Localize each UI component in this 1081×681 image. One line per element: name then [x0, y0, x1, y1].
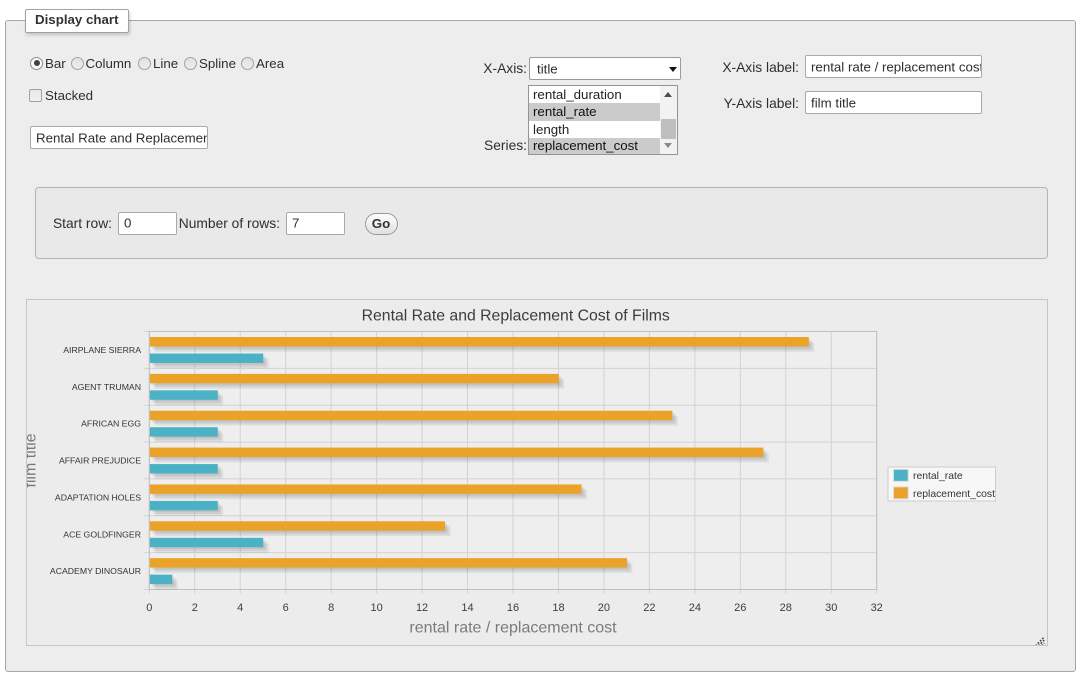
svg-text:ADAPTATION HOLES: ADAPTATION HOLES	[55, 492, 141, 502]
svg-text:6: 6	[283, 602, 289, 614]
svg-text:22: 22	[643, 602, 655, 614]
svg-text:14: 14	[461, 602, 473, 614]
svg-text:18: 18	[552, 602, 564, 614]
svg-text:16: 16	[507, 602, 519, 614]
svg-text:12: 12	[416, 602, 428, 614]
svg-text:0: 0	[146, 602, 152, 614]
svg-text:Rental Rate and Replacement Co: Rental Rate and Replacement Cost of Film…	[362, 307, 670, 324]
svg-text:AGENT TRUMAN: AGENT TRUMAN	[72, 382, 141, 392]
svg-text:film title: film title	[27, 433, 40, 487]
svg-text:30: 30	[825, 602, 837, 614]
svg-text:replacement_cost: replacement_cost	[913, 489, 995, 500]
svg-text:AFFAIR PREJUDICE: AFFAIR PREJUDICE	[59, 456, 141, 466]
svg-text:ACE GOLDFINGER: ACE GOLDFINGER	[63, 529, 141, 539]
svg-text:rental rate / replacement cost: rental rate / replacement cost	[409, 620, 617, 637]
svg-text:AFRICAN EGG: AFRICAN EGG	[81, 419, 141, 429]
svg-text:24: 24	[689, 602, 701, 614]
svg-text:AIRPLANE SIERRA: AIRPLANE SIERRA	[63, 345, 141, 355]
svg-text:20: 20	[598, 602, 610, 614]
svg-text:rental_rate: rental_rate	[913, 471, 963, 482]
svg-text:32: 32	[871, 602, 883, 614]
svg-text:28: 28	[780, 602, 792, 614]
svg-text:8: 8	[328, 602, 334, 614]
svg-text:4: 4	[237, 602, 243, 614]
svg-text:ACADEMY DINOSAUR: ACADEMY DINOSAUR	[50, 566, 141, 576]
svg-text:26: 26	[734, 602, 746, 614]
svg-text:2: 2	[192, 602, 198, 614]
svg-text:10: 10	[370, 602, 382, 614]
